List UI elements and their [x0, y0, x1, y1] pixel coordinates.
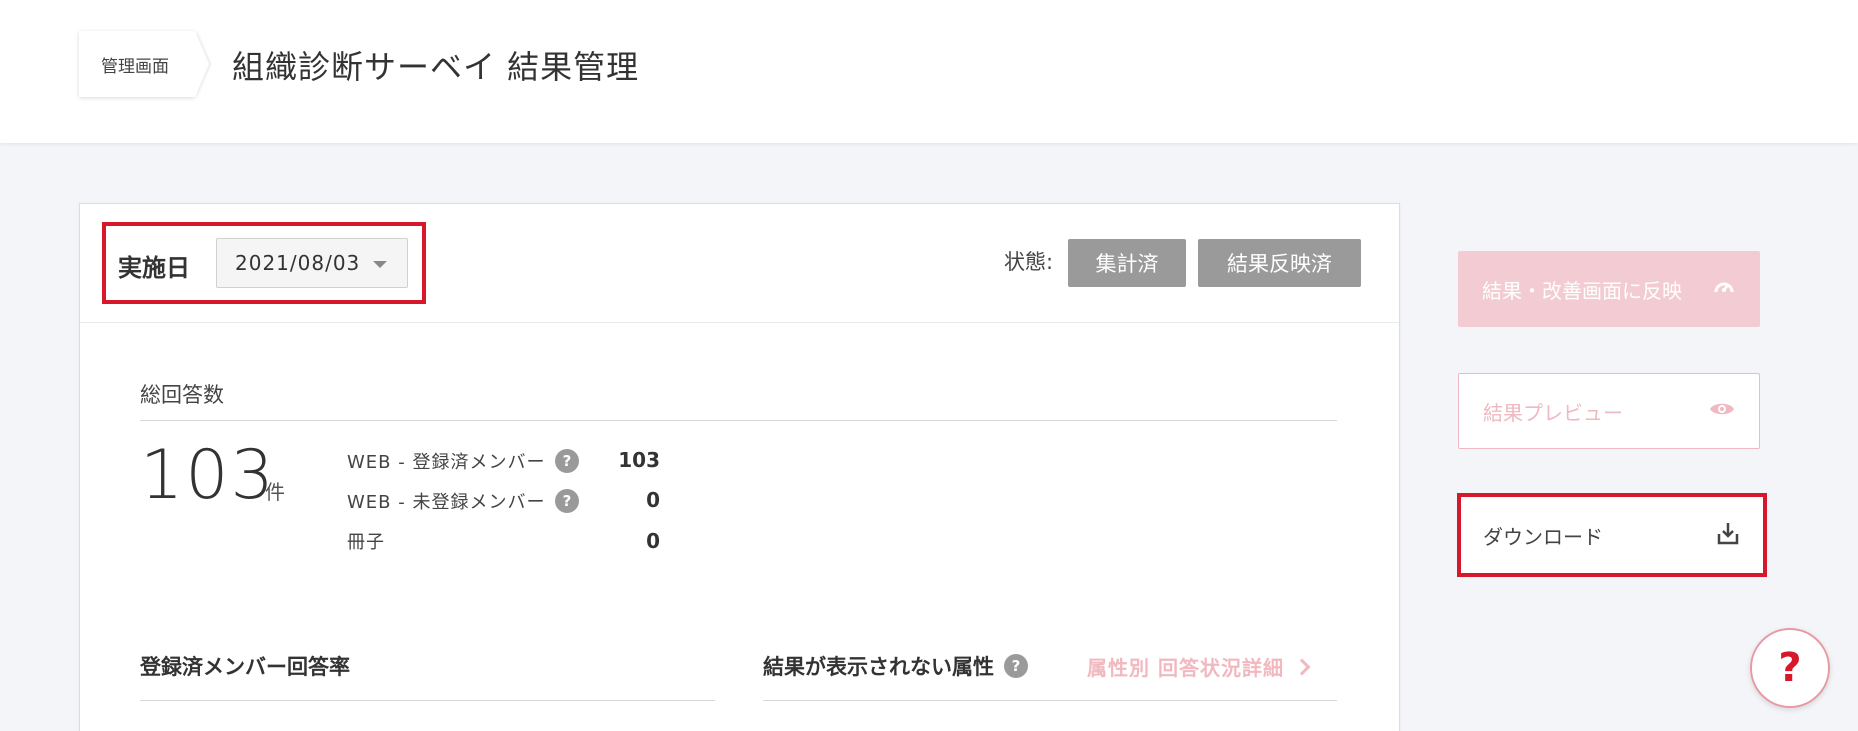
- survey-result-card: 実施日 2021/08/03 状態: 集計済 結果反映済 総回答数 103 件 …: [79, 203, 1400, 731]
- breakdown-row-web-registered: WEB - 登録済メンバー ?: [347, 447, 580, 475]
- total-responses-unit: 件: [265, 480, 285, 504]
- eye-icon: [1709, 399, 1735, 423]
- chevron-right-icon: [1293, 658, 1311, 675]
- help-icon[interactable]: ?: [1004, 654, 1028, 678]
- page-header: 管理画面 組織診断サーベイ 結果管理: [0, 0, 1858, 143]
- breadcrumb-admin[interactable]: 管理画面: [79, 31, 195, 97]
- breakdown-label: 冊子: [347, 532, 385, 553]
- attribute-detail-link[interactable]: 属性別 回答状況詳細: [1087, 652, 1311, 681]
- divider: [763, 700, 1337, 701]
- date-filter-label: 実施日: [118, 254, 190, 282]
- date-select[interactable]: 2021/08/03: [216, 238, 408, 288]
- breakdown-value-booklet: 0: [646, 529, 660, 553]
- date-filter-highlight: 実施日 2021/08/03: [102, 222, 426, 304]
- download-label: ダウンロード: [1483, 524, 1603, 549]
- hidden-attributes-label: 結果が表示されない属性: [763, 655, 994, 679]
- status-label: 状態:: [1004, 250, 1054, 274]
- breakdown-label: WEB - 登録済メンバー: [347, 452, 546, 473]
- download-button[interactable]: ダウンロード: [1461, 497, 1763, 573]
- status-badge-aggregated: 集計済: [1068, 239, 1186, 287]
- speedometer-icon: [1712, 275, 1736, 304]
- download-highlight: ダウンロード: [1457, 493, 1767, 577]
- hidden-attributes-title: 結果が表示されない属性 ?: [763, 651, 1028, 681]
- registered-rate-title: 登録済メンバー回答率: [140, 655, 350, 679]
- total-responses-title: 総回答数: [140, 383, 224, 407]
- help-icon[interactable]: ?: [555, 449, 580, 473]
- chevron-down-icon: [373, 261, 387, 268]
- total-responses-count: 103: [140, 436, 276, 515]
- reflect-results-label: 結果・改善画面に反映: [1482, 278, 1682, 303]
- card-toolbar: 実施日 2021/08/03 状態: 集計済 結果反映済: [80, 204, 1399, 323]
- page-title: 組織診断サーベイ 結果管理: [232, 48, 640, 86]
- reflect-results-button[interactable]: 結果・改善画面に反映: [1458, 251, 1760, 327]
- status-badge-reflected: 結果反映済: [1198, 239, 1361, 287]
- preview-results-button[interactable]: 結果プレビュー: [1458, 373, 1760, 449]
- download-icon: [1717, 521, 1739, 550]
- preview-results-label: 結果プレビュー: [1483, 400, 1623, 425]
- breakdown-label: WEB - 未登録メンバー: [347, 492, 546, 513]
- help-icon[interactable]: ?: [555, 489, 580, 513]
- divider: [140, 700, 715, 701]
- breakdown-row-booklet: 冊子: [347, 527, 385, 555]
- attribute-detail-label: 属性別 回答状況詳細: [1087, 656, 1284, 680]
- breakdown-value-web-unregistered: 0: [646, 488, 660, 512]
- date-select-value: 2021/08/03: [235, 251, 361, 275]
- divider: [140, 420, 1337, 421]
- breakdown-row-web-unregistered: WEB - 未登録メンバー ?: [347, 487, 580, 515]
- breadcrumb-label: 管理画面: [101, 56, 169, 77]
- help-fab-button[interactable]: ?: [1750, 628, 1830, 708]
- breakdown-value-web-registered: 103: [618, 448, 660, 472]
